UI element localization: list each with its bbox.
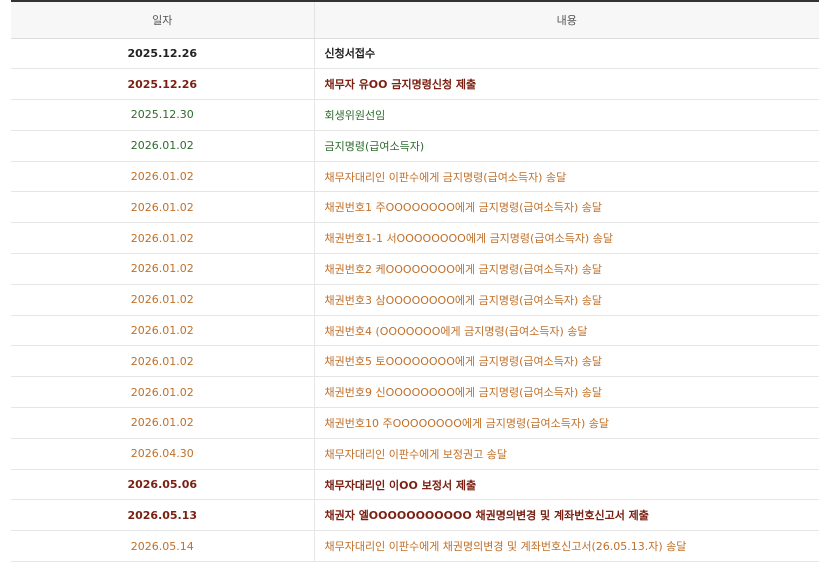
table-row: 2026.05.06 채무자대리인 이OO 보정서 제출 [11, 469, 819, 501]
table-row: 2026.01.02 채권번호3 삼OOOOOOOO에게 금지명령(급여소득자) … [11, 284, 819, 316]
header-content: 내용 [314, 0, 819, 39]
table-row: 2025.12.30 회생위원선임 [11, 99, 819, 131]
header-date: 일자 [11, 0, 315, 39]
table-row: 2026.05.13 채권자 엘OOOOOOOOOOO 채권명의변경 및 계좌번호… [11, 499, 819, 532]
row-content: 채권번호9 신OOOOOOOO에게 금지명령(급여소득자) 송달 [314, 376, 819, 409]
row-date: 2025.12.30 [11, 99, 315, 131]
row-date: 2026.01.02 [11, 345, 315, 378]
row-date: 2026.01.02 [11, 191, 315, 224]
row-content: 채무자대리인 이판수에게 채권명의변경 및 계좌번호신고서(26.05.13.자… [314, 530, 819, 563]
row-date: 2026.01.02 [11, 130, 315, 162]
table-body: 2025.12.26 신청서접수 2025.12.26 채무자 유OO 금지명령신청 … [11, 38, 819, 563]
row-date: 2026.01.02 [11, 161, 315, 193]
row-content: 채권자 엘OOOOOOOOOOO 채권명의변경 및 계좌번호신고서 제출 [314, 499, 819, 532]
row-content: 채권번호3 삼OOOOOOOO에게 금지명령(급여소득자) 송달 [314, 284, 819, 316]
table-row: 2026.04.30 채무자대리인 이판수에게 보정권고 송달 [11, 438, 819, 470]
case-progress-table: 일자 내용 2025.12.26 신청서접수 2025.12.26 채무자 유OO 금… [11, 0, 819, 563]
row-date: 2026.05.06 [11, 469, 315, 501]
row-date: 2026.01.02 [11, 253, 315, 285]
table-row: 2026.05.14 채무자대리인 이판수에게 채권명의변경 및 계좌번호신고서(… [11, 530, 819, 563]
row-content: 회생위원선임 [314, 99, 819, 131]
table-row: 2026.01.02 채권번호10 주OOOOOOOO에게 금지명령(급여소득자)… [11, 407, 819, 439]
row-date: 2026.05.14 [11, 530, 315, 563]
row-content: 금지명령(급여소득자) [314, 130, 819, 162]
row-content: 채권번호1 주OOOOOOOO에게 금지명령(급여소득자) 송달 [314, 191, 819, 224]
case-progress-table-wrapper: 일자 내용 2025.12.26 신청서접수 2025.12.26 채무자 유OO 금… [11, 0, 819, 563]
row-date: 2026.01.02 [11, 376, 315, 409]
row-content: 채권번호1-1 서OOOOOOOO에게 금지명령(급여소득자) 송달 [314, 222, 819, 255]
row-content: 채무자대리인 이판수에게 보정권고 송달 [314, 438, 819, 470]
table-header-row: 일자 내용 [11, 0, 819, 39]
table-row: 2026.01.02 채권번호2 케OOOOOOOO에게 금지명령(급여소득자) … [11, 253, 819, 285]
row-content: 채무자 유OO 금지명령신청 제출 [314, 68, 819, 101]
row-content: 채권번호4 (OOOOOOO에게 금지명령(급여소득자) 송달 [314, 315, 819, 347]
row-content: 채무자대리인 이판수에게 금지명령(급여소득자) 송달 [314, 161, 819, 193]
row-date: 2026.04.30 [11, 438, 315, 470]
table-row: 2026.01.02 채권번호5 토OOOOOOOO에게 금지명령(급여소득자) … [11, 345, 819, 378]
row-date: 2026.01.02 [11, 222, 315, 255]
row-content: 채권번호5 토OOOOOOOO에게 금지명령(급여소득자) 송달 [314, 345, 819, 378]
row-date: 2026.01.02 [11, 315, 315, 347]
row-content: 채무자대리인 이OO 보정서 제출 [314, 469, 819, 501]
row-date: 2025.12.26 [11, 38, 315, 70]
table-row: 2026.01.02 금지명령(급여소득자) [11, 130, 819, 162]
table-row: 2026.01.02 채권번호9 신OOOOOOOO에게 금지명령(급여소득자) … [11, 376, 819, 409]
row-content: 신청서접수 [314, 38, 819, 70]
table-row: 2025.12.26 채무자 유OO 금지명령신청 제출 [11, 68, 819, 101]
table-row: 2026.01.02 채권번호1-1 서OOOOOOOO에게 금지명령(급여소득자… [11, 222, 819, 255]
row-date: 2026.01.02 [11, 284, 315, 316]
row-content: 채권번호10 주OOOOOOOO에게 금지명령(급여소득자) 송달 [314, 407, 819, 439]
table-row: 2025.12.26 신청서접수 [11, 38, 819, 70]
row-content: 채권번호2 케OOOOOOOO에게 금지명령(급여소득자) 송달 [314, 253, 819, 285]
table-row: 2026.01.02 채권번호1 주OOOOOOOO에게 금지명령(급여소득자) … [11, 191, 819, 224]
table-row: 2026.01.02 채권번호4 (OOOOOOO에게 금지명령(급여소득자) 송… [11, 315, 819, 347]
row-date: 2026.01.02 [11, 407, 315, 439]
row-date: 2025.12.26 [11, 68, 315, 101]
row-date: 2026.05.13 [11, 499, 315, 532]
table-row: 2026.01.02 채무자대리인 이판수에게 금지명령(급여소득자) 송달 [11, 161, 819, 193]
